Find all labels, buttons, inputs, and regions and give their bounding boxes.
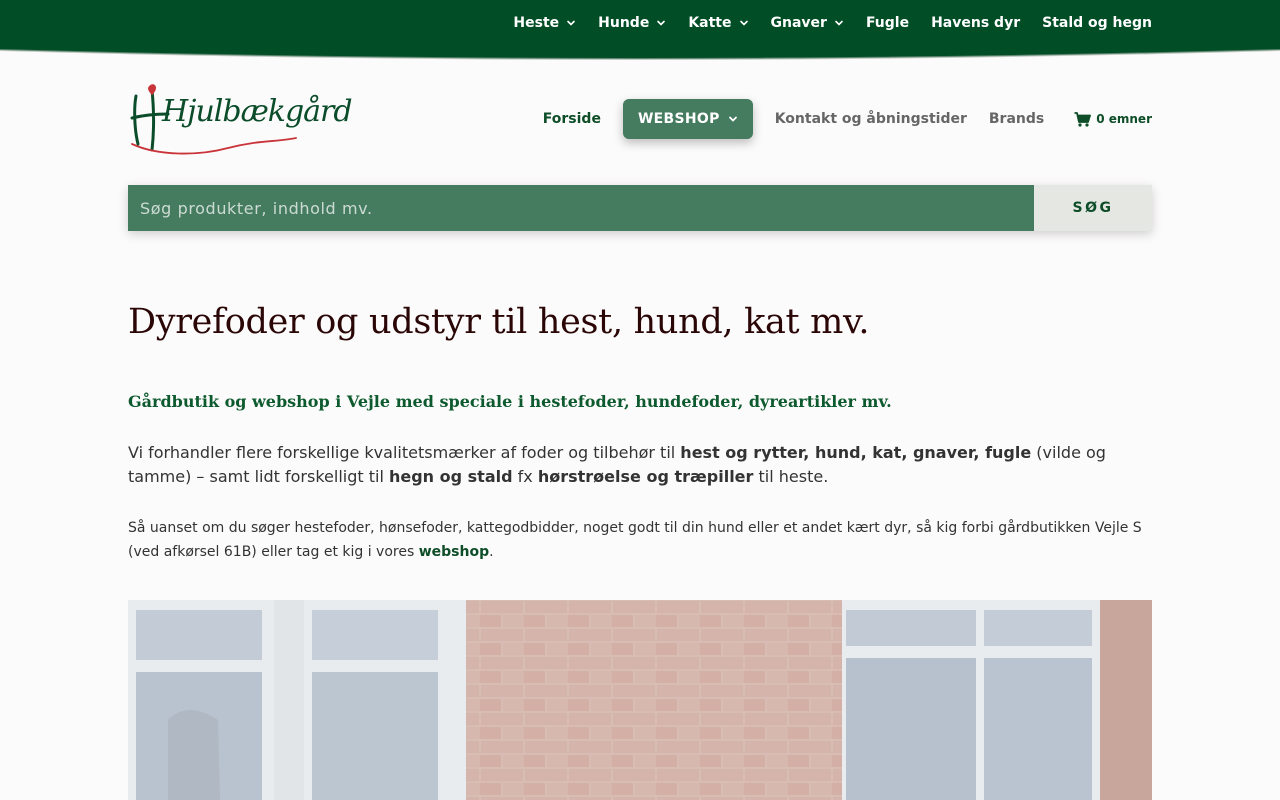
search-button[interactable]: SØG (1034, 185, 1152, 231)
shop-text: Så uanset om du søger hestefoder, hønsef… (128, 520, 1142, 560)
webshop-label: WEBSHOP (637, 111, 720, 127)
cart-link[interactable]: 0 emner (1074, 111, 1152, 127)
intro-bold-1: hest og rytter, hund, kat, gnaver, fugle (680, 443, 1032, 462)
top-nav-label: Heste (513, 15, 560, 31)
shop-text-end: . (489, 544, 494, 560)
top-nav-label: Stald og hegn (1042, 15, 1152, 31)
shop-paragraph: Så uanset om du søger hestefoder, hønsef… (128, 516, 1152, 564)
search-input[interactable] (128, 185, 1034, 231)
site-logo[interactable]: Hjulbækgård (128, 80, 353, 158)
chevron-down-icon (657, 20, 666, 26)
top-nav-item-havens-dyr[interactable]: Havens dyr (931, 15, 1020, 31)
page-subtitle: Gårdbutik og webshop i Vejle med special… (128, 392, 892, 411)
top-nav-label: Katte (688, 15, 732, 31)
chevron-down-icon (739, 20, 748, 26)
top-nav-item-heste[interactable]: Heste (513, 15, 576, 31)
intro-text-3: fx (512, 467, 538, 486)
chevron-down-icon (835, 20, 843, 26)
intro-text-1: Vi forhandler flere forskellige kvalitet… (128, 443, 681, 462)
top-nav-label: Havens dyr (931, 15, 1021, 31)
main-nav: Forside WEBSHOP Kontakt og åbningstider … (521, 99, 1152, 139)
chevron-down-icon (728, 116, 737, 122)
top-nav-label: Gnaver (770, 15, 827, 31)
cart-count: 0 emner (1096, 112, 1152, 126)
search-form: SØG (128, 185, 1152, 231)
logo-text: Hjulbækgård (162, 94, 353, 129)
webshop-button[interactable]: WEBSHOP (622, 99, 753, 139)
intro-text-4: til heste. (753, 467, 829, 486)
top-nav-item-katte[interactable]: Katte (688, 15, 748, 31)
nav-brands-link[interactable]: Brands (989, 111, 1044, 127)
webshop-link[interactable]: webshop (419, 544, 489, 560)
top-nav-label: Fugle (865, 15, 910, 31)
nav-contact-link[interactable]: Kontakt og åbningstider (775, 111, 967, 127)
page-title: Dyrefoder og udstyr til hest, hund, kat … (128, 302, 870, 342)
top-bar: Heste Hunde Katte Gnaver Fugle Havens dyr Stal… (0, 0, 1280, 62)
storefront-photo (128, 600, 1152, 800)
intro-paragraph: Vi forhandler flere forskellige kvalitet… (128, 441, 1128, 489)
hero-image (128, 600, 1152, 800)
chevron-down-icon (567, 20, 575, 26)
top-nav-item-gnaver[interactable]: Gnaver (771, 15, 844, 31)
top-nav-item-hunde[interactable]: Hunde (598, 15, 666, 31)
top-nav-item-fugle[interactable]: Fugle (866, 15, 909, 31)
nav-home-link[interactable]: Forside (543, 111, 601, 127)
top-nav-item-stald-og-hegn[interactable]: Stald og hegn (1042, 15, 1152, 31)
top-nav-label: Hunde (598, 15, 650, 31)
top-nav: Heste Hunde Katte Gnaver Fugle Havens dyr Stal… (491, 0, 1152, 46)
intro-bold-2: hegn og stald (388, 467, 513, 486)
intro-bold-3: hørstrøelse og træpiller (537, 467, 754, 486)
shopping-cart-icon (1074, 111, 1092, 127)
